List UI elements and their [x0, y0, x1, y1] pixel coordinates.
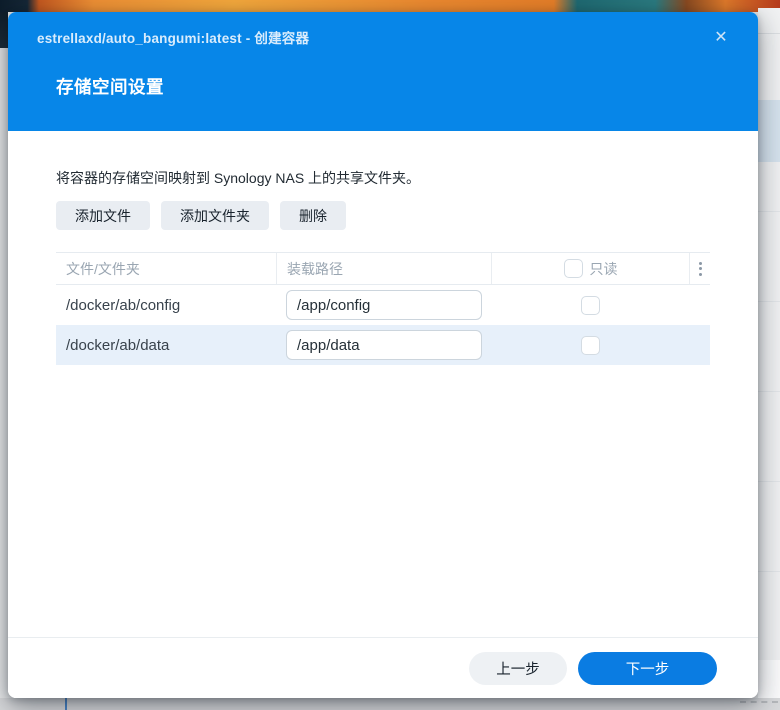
close-icon[interactable]: ✕ — [710, 26, 732, 48]
table-row[interactable]: /docker/ab/config — [56, 285, 710, 325]
file-path-cell: /docker/ab/data — [66, 336, 170, 354]
mount-path-cell — [276, 330, 491, 360]
next-step-button[interactable]: 下一步 — [578, 651, 717, 685]
readonly-header-label: 只读 — [589, 260, 618, 277]
readonly-checkbox[interactable] — [580, 335, 600, 355]
background-row-line — [758, 571, 780, 572]
mount-path-input[interactable] — [286, 290, 482, 320]
table-row[interactable]: /docker/ab/data — [56, 325, 710, 365]
background-toolbar-band — [758, 100, 780, 162]
dialog-footer: 上一步 下一步 — [8, 637, 758, 698]
background-row-line — [758, 301, 780, 302]
background-window-edge-right — [758, 8, 780, 710]
column-options-icon[interactable] — [693, 258, 708, 280]
section-title: 存储空间设置 — [56, 77, 164, 97]
background-accent-tick — [65, 698, 67, 710]
background-divider — [758, 33, 780, 34]
column-header-menu — [689, 253, 710, 284]
dialog-header: estrellaxd/auto_bangumi:latest - 创建容器 ✕ … — [8, 12, 758, 131]
column-header-readonly: 只读 — [491, 253, 689, 284]
previous-step-button[interactable]: 上一步 — [469, 651, 567, 685]
readonly-cell — [491, 335, 689, 355]
table-header-row: 文件/文件夹 装载路径 只读 — [56, 252, 710, 285]
readonly-select-all-checkbox[interactable] — [563, 259, 583, 278]
storage-toolbar: 添加文件 添加文件夹 删除 — [56, 201, 346, 230]
dialog-titlebar: estrellaxd/auto_bangumi:latest - 创建容器 ✕ — [37, 26, 738, 48]
file-path-cell: /docker/ab/config — [66, 296, 181, 314]
add-folder-button[interactable]: 添加文件夹 — [161, 201, 269, 230]
background-window-edge-left — [0, 12, 8, 48]
desktop-wallpaper — [0, 0, 780, 12]
column-header-file: 文件/文件夹 — [66, 260, 140, 277]
dialog-body: 将容器的存储空间映射到 Synology NAS 上的共享文件夹。 添加文件 添… — [8, 131, 758, 698]
background-row-line — [758, 391, 780, 392]
delete-button[interactable]: 删除 — [280, 201, 346, 230]
readonly-checkbox[interactable] — [580, 295, 600, 315]
background-row-line — [758, 211, 780, 212]
readonly-cell — [491, 295, 689, 315]
background-window-edge-bottom — [0, 698, 780, 710]
dialog-title: estrellaxd/auto_bangumi:latest - 创建容器 — [37, 31, 310, 46]
volume-mapping-table: 文件/文件夹 装载路径 只读 /docker/ab/config /app/co… — [56, 252, 710, 365]
mount-path-input[interactable] — [286, 330, 482, 360]
column-header-mount-path: 装载路径 — [276, 253, 491, 284]
background-row-line — [758, 481, 780, 482]
add-file-button[interactable]: 添加文件 — [56, 201, 150, 230]
storage-mapping-description: 将容器的存储空间映射到 Synology NAS 上的共享文件夹。 — [56, 170, 421, 186]
create-container-dialog: estrellaxd/auto_bangumi:latest - 创建容器 ✕ … — [8, 12, 758, 698]
mount-path-cell — [276, 290, 491, 320]
background-dashed-line — [740, 701, 778, 703]
